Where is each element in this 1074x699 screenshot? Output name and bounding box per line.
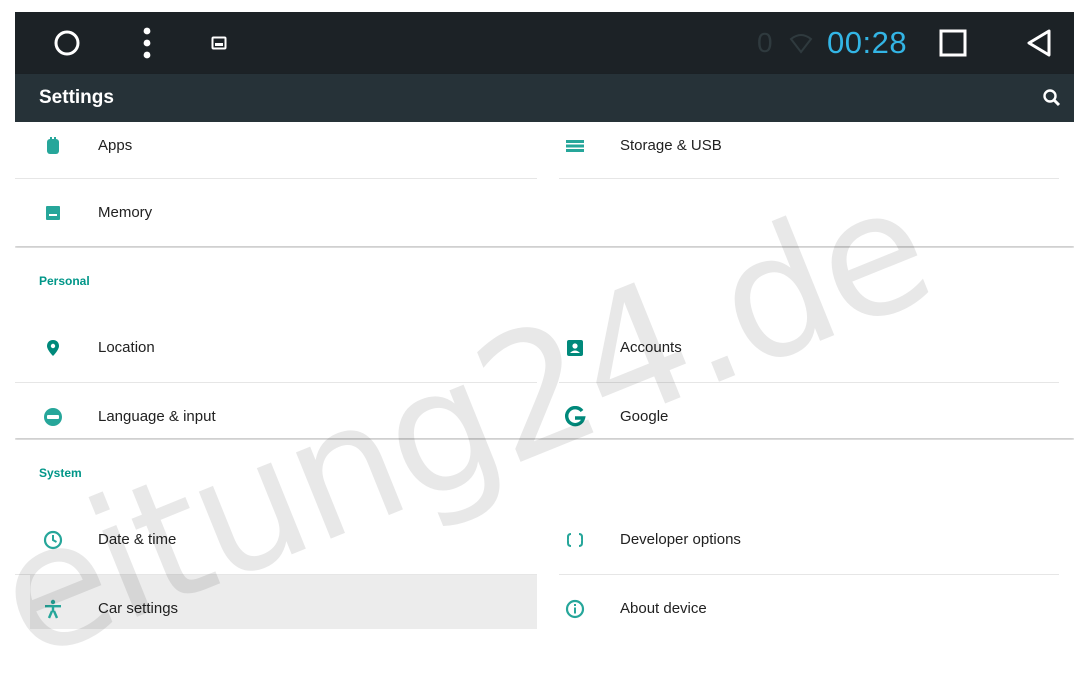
personal-section: Personal Location Accounts Language & in (15, 248, 1074, 438)
settings-screen: 0 00:28 Settings Apps Storage & USB Memo… (15, 12, 1074, 629)
info-icon (559, 575, 591, 629)
tile-memory[interactable]: Memory (15, 179, 537, 247)
category-header: System (39, 466, 82, 480)
category-header: Personal (39, 274, 90, 288)
tile-label: Developer options (620, 531, 741, 548)
tile-car-settings[interactable]: Car settings (30, 575, 537, 629)
tile-label: Date & time (98, 531, 177, 548)
tile-label: Accounts (620, 339, 682, 356)
location-icon (37, 314, 69, 382)
tile-label: Apps (98, 137, 133, 154)
tile-label: Location (98, 339, 155, 356)
tile-location[interactable]: Location (15, 314, 537, 382)
clock: 00:28 (827, 25, 908, 60)
wifi-signal-icon (787, 12, 815, 74)
tile-developer-options[interactable]: Developer options (537, 506, 1074, 574)
settings-content: Apps Storage & USB Memory Personal Locat… (15, 122, 1074, 629)
tile-accounts[interactable]: Accounts (537, 314, 1074, 382)
tile-label: Storage & USB (620, 137, 722, 154)
memory-icon (37, 179, 69, 247)
tile-storage[interactable]: Storage & USB (537, 112, 1074, 180)
developer-braces-icon (559, 506, 591, 574)
accounts-icon (559, 314, 591, 382)
accessibility-icon (37, 575, 69, 629)
divider (559, 178, 1059, 179)
tile-label: About device (620, 600, 707, 617)
apps-icon (37, 112, 69, 180)
overflow-menu-icon[interactable] (135, 12, 159, 74)
clock-icon (37, 506, 69, 574)
device-section: Apps Storage & USB Memory (15, 122, 1074, 246)
storage-icon (559, 112, 591, 180)
search-icon[interactable] (1040, 86, 1064, 110)
home-circle-icon[interactable] (49, 12, 85, 74)
system-section: System Date & time Developer options Car (15, 440, 1074, 629)
system-bar: 0 00:28 (15, 12, 1074, 74)
back-icon[interactable] (1019, 12, 1059, 74)
faint-indicator: 0 (757, 27, 773, 58)
tile-label: Car settings (98, 600, 179, 617)
tile-about-device[interactable]: About device (537, 575, 1074, 629)
recent-apps-icon[interactable] (933, 12, 973, 74)
tile-date-time[interactable]: Date & time (15, 506, 537, 574)
tile-apps[interactable]: Apps (15, 112, 537, 180)
tile-label: Memory (98, 204, 153, 221)
screenshot-notification-icon (207, 12, 231, 74)
